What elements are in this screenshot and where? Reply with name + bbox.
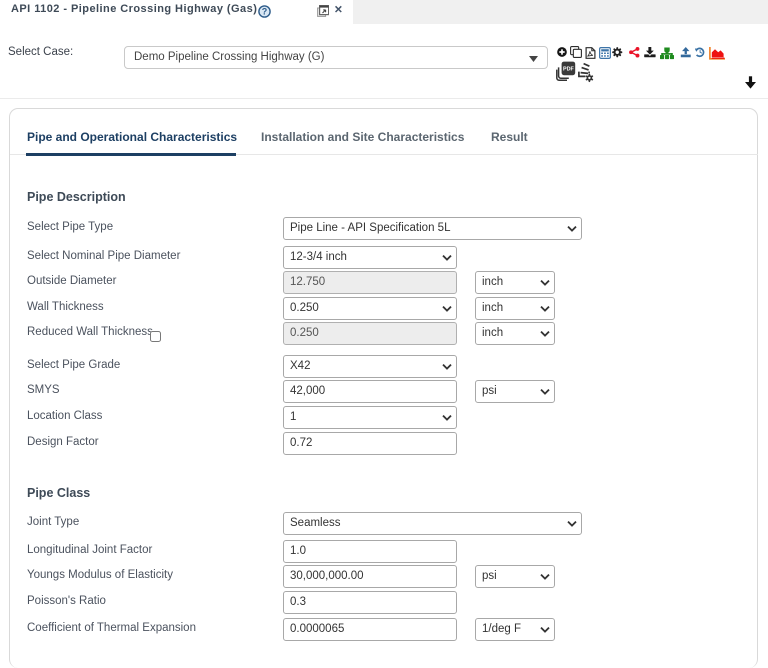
svg-text:?: ? (262, 7, 268, 17)
svg-text:PDF: PDF (563, 67, 574, 73)
